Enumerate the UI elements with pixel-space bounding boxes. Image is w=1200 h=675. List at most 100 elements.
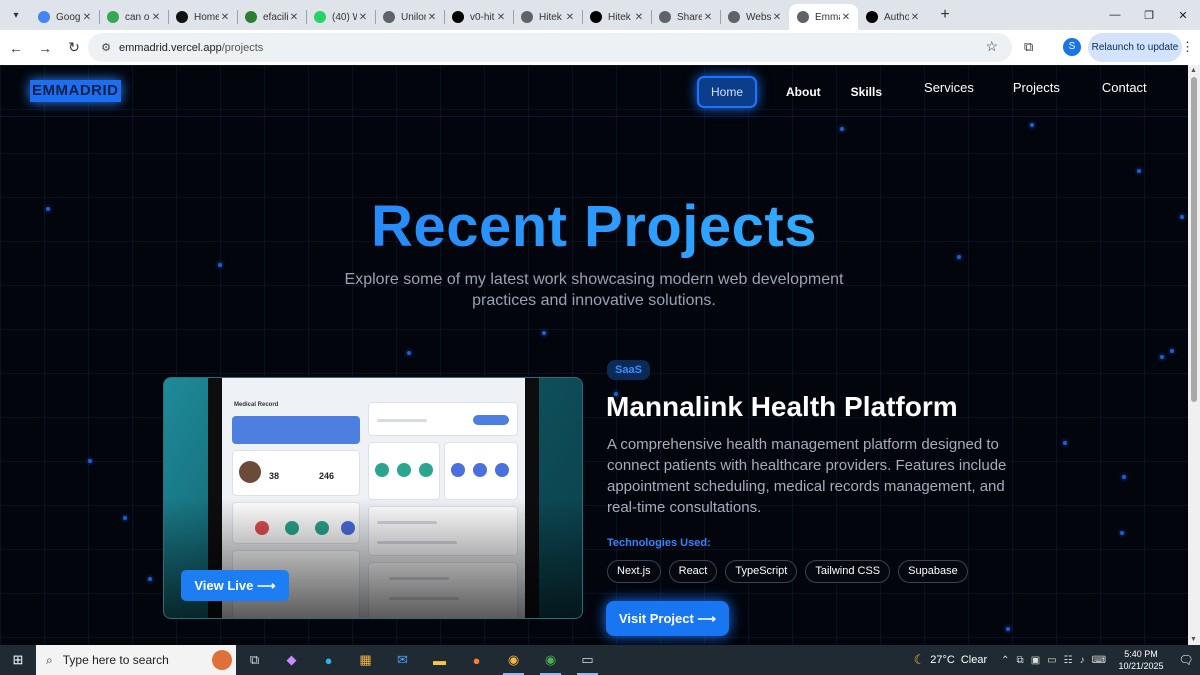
tab-title: Share: [677, 11, 702, 23]
tab-close-icon[interactable]: ✕: [81, 12, 93, 23]
tab-close-icon[interactable]: ✕: [150, 12, 162, 23]
menu-kebab-icon[interactable]: ⋮: [1181, 39, 1194, 55]
mail-button[interactable]: ✉: [384, 645, 421, 675]
taskbar-search-placeholder: Type here to search: [62, 653, 169, 667]
windows-taskbar: ⊞ ⌕ Type here to search ⧉ ◆ ● ▦ ✉ ▬ ● ◉ …: [0, 645, 1200, 675]
reload-button[interactable]: ↻: [61, 35, 87, 61]
terminal-button[interactable]: ▭: [569, 645, 606, 675]
screen-doctor-icons: [444, 442, 518, 500]
nf-icon: [176, 11, 188, 23]
tech-tag: Supabase: [898, 560, 968, 583]
scroll-up-icon[interactable]: ▲: [1190, 67, 1197, 74]
browser-tab[interactable]: Emma✕: [789, 4, 858, 30]
nav-home[interactable]: Home: [697, 76, 758, 108]
battery-icon[interactable]: ▭: [1047, 655, 1056, 666]
nav-skills[interactable]: Skills: [851, 85, 882, 99]
tab-close-icon[interactable]: ✕: [564, 12, 576, 23]
temperature[interactable]: 27°C: [930, 654, 955, 666]
browser-tab[interactable]: Home ✕: [168, 4, 237, 30]
site-info-icon[interactable]: ⚙: [96, 41, 116, 54]
site-logo[interactable]: EMMADRID: [30, 80, 121, 102]
nav-about[interactable]: About: [786, 85, 821, 99]
screen-pill: [473, 415, 509, 425]
network-icon[interactable]: ☷: [1064, 655, 1073, 666]
bookmark-star-icon[interactable]: ☆: [985, 38, 998, 55]
tech-tag: React: [668, 560, 718, 583]
browser-tab[interactable]: Hitek ✕: [582, 4, 651, 30]
screen-line: [377, 419, 427, 422]
particle: [1170, 349, 1174, 353]
chrome-canary-button[interactable]: ◉: [495, 645, 532, 675]
visit-project-button[interactable]: Visit Project ⟶: [606, 601, 729, 636]
browser-tab[interactable]: Webs ✕: [720, 4, 789, 30]
start-button[interactable]: ⊞: [0, 645, 36, 675]
tab-list: Google✕can op✕Home✕efacili✕(40) W✕Unilor…: [30, 0, 927, 30]
forward-button[interactable]: →: [32, 35, 58, 61]
tab-close-icon[interactable]: ✕: [633, 12, 645, 23]
browser-tab[interactable]: Google✕: [30, 4, 99, 30]
browser-tab[interactable]: can op✕: [99, 4, 168, 30]
tab-close-icon[interactable]: ✕: [840, 12, 852, 23]
browser-tab[interactable]: Hitek ✕: [513, 4, 582, 30]
tab-close-icon[interactable]: ✕: [702, 12, 714, 23]
particle: [840, 127, 844, 131]
folder-icon: ▬: [433, 652, 446, 668]
page-scrollbar[interactable]: ▲ ▼: [1188, 65, 1200, 645]
chrome-button[interactable]: ◉: [532, 645, 569, 675]
system-tray: ☾ 27°C Clear ⌃ ⧉ ▣ ▭ ☷ ♪ ⌨ 5:40 PM 10/21…: [914, 645, 1200, 675]
meet-icon[interactable]: ⧉: [1017, 655, 1024, 666]
scroll-down-icon[interactable]: ▼: [1190, 636, 1197, 643]
browser-tab[interactable]: Unilor ✕: [375, 4, 444, 30]
tab-title: Hitek: [539, 11, 562, 23]
tab-close-icon[interactable]: ✕: [357, 12, 369, 23]
tab-close-icon[interactable]: ✕: [288, 12, 300, 23]
screen-dot: [419, 463, 433, 477]
scrollbar-thumb[interactable]: [1191, 77, 1197, 402]
nav-contact[interactable]: Contact: [1102, 80, 1147, 95]
chevron-up-icon[interactable]: ⌃: [1001, 655, 1009, 666]
arrow-right-icon: →: [38, 39, 52, 56]
store-button[interactable]: ▦: [347, 645, 384, 675]
tab-close-icon[interactable]: ✕: [909, 12, 921, 23]
clock[interactable]: 5:40 PM 10/21/2025: [1116, 648, 1166, 672]
edge-button[interactable]: ●: [310, 645, 347, 675]
screen-vitals-icons: [368, 442, 440, 500]
page-subtitle: Explore some of my latest work showcasin…: [344, 271, 844, 309]
task-view-button[interactable]: ⧉: [236, 645, 273, 675]
extensions-icon[interactable]: ⧉: [1024, 39, 1033, 55]
tab-close-icon[interactable]: ✕: [495, 12, 507, 23]
store-icon: ▦: [359, 652, 372, 667]
task-view-icon: ⧉: [249, 652, 260, 667]
close-window-button[interactable]: ✕: [1166, 0, 1200, 30]
camera-icon[interactable]: ▣: [1031, 655, 1040, 666]
copilot-button[interactable]: ◆: [273, 645, 310, 675]
address-bar[interactable]: ⚙ emmadrid.vercel.app/projects ☆: [88, 33, 1012, 62]
globe-icon: [383, 11, 395, 23]
keyboard-icon[interactable]: ⌨: [1092, 655, 1106, 666]
tab-close-icon[interactable]: ✕: [426, 12, 438, 23]
view-live-button[interactable]: View Live ⟶: [181, 570, 289, 601]
minimize-button[interactable]: —: [1098, 0, 1132, 30]
nav-projects[interactable]: Projects: [1013, 80, 1060, 95]
notification-icon[interactable]: 🗨: [1172, 653, 1200, 667]
weather-text[interactable]: Clear: [961, 654, 987, 666]
browser-tab[interactable]: v0-hit ✕: [444, 4, 513, 30]
back-button[interactable]: ←: [3, 35, 29, 61]
firefox-button[interactable]: ●: [458, 645, 495, 675]
browser-tab[interactable]: Autho ✕: [858, 4, 927, 30]
browser-tab[interactable]: efacili ✕: [237, 4, 306, 30]
browser-tab[interactable]: (40) W✕: [306, 4, 375, 30]
explorer-button[interactable]: ▬: [421, 645, 458, 675]
vercel-icon: [452, 11, 464, 23]
profile-avatar[interactable]: S: [1063, 38, 1081, 56]
nav-services[interactable]: Services: [924, 80, 974, 95]
taskbar-search[interactable]: ⌕ Type here to search: [36, 645, 236, 675]
restore-button[interactable]: ❐: [1132, 0, 1166, 30]
tab-close-icon[interactable]: ✕: [219, 12, 231, 23]
new-tab-button[interactable]: +: [933, 3, 957, 27]
speaker-icon[interactable]: ♪: [1080, 655, 1085, 666]
browser-tab[interactable]: Share ✕: [651, 4, 720, 30]
tab-close-icon[interactable]: ✕: [771, 12, 783, 23]
relaunch-button[interactable]: Relaunch to update: [1088, 33, 1182, 62]
tab-search-button[interactable]: ▾: [5, 4, 27, 26]
